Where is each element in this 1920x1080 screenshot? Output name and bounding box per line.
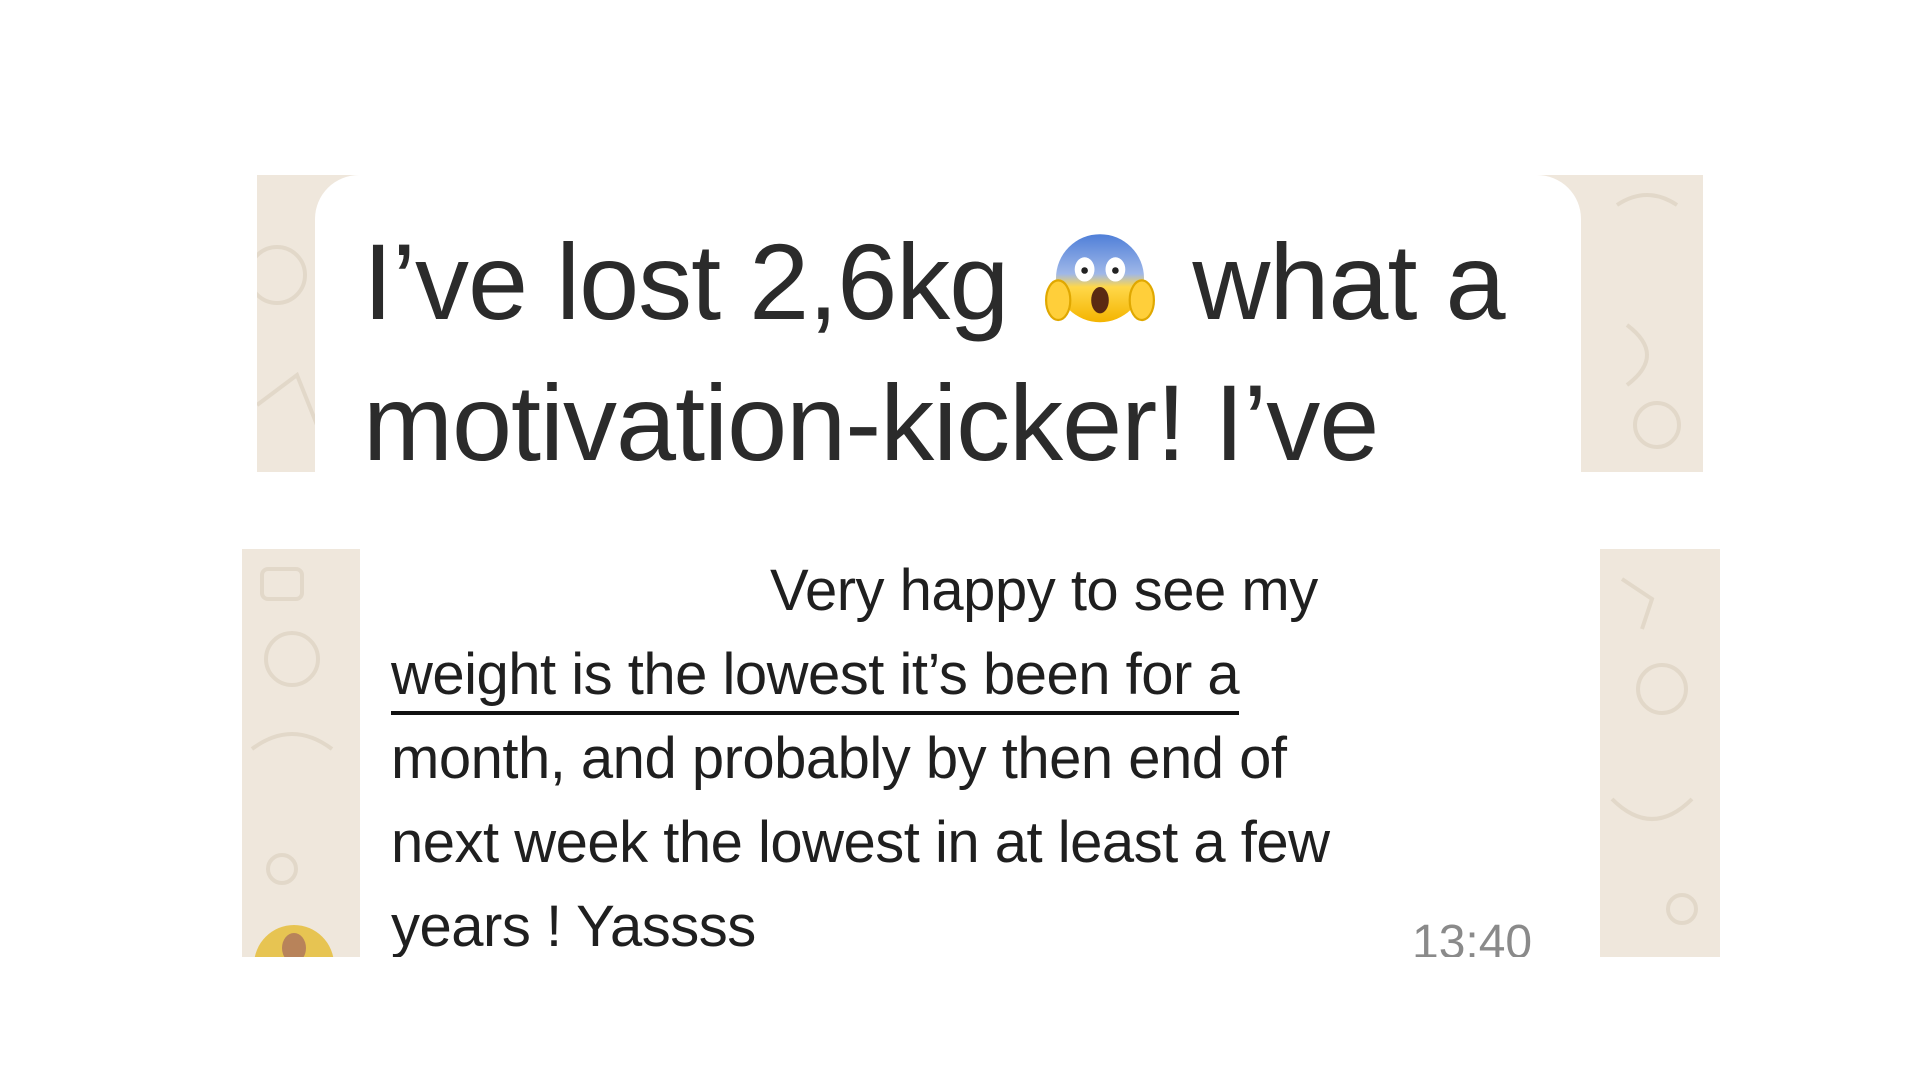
chat-crop-bottom: Very happy to see my weight is the lowes… xyxy=(242,549,1720,957)
screenshot-page: I’ve lost 2,6kg what a motivation-kicker… xyxy=(0,0,1920,1080)
underlined-text: weight is the lowest it’s been for a xyxy=(391,639,1240,715)
message-text-line: Very happy to see my xyxy=(770,558,1318,623)
avatar-face xyxy=(282,933,306,957)
message-text-line: next week the lowest in at least a few xyxy=(391,810,1330,875)
message-text-line: motivation-kicker! I’ve xyxy=(363,362,1379,472)
chat-crop-top: I’ve lost 2,6kg what a motivation-kicker… xyxy=(257,175,1703,472)
message-timestamp: 13:40 xyxy=(1412,916,1533,957)
message-text-line: weight is the lowest it’s been for a xyxy=(391,633,1531,717)
message-text-line: years ! Yassss xyxy=(391,894,756,957)
message-text-line: month, and probably by then end of xyxy=(391,726,1287,791)
message-text-line-end: what a xyxy=(1192,221,1505,342)
screaming-face-emoji-icon xyxy=(1045,234,1156,323)
message-text-line: I’ve lost 2,6kg xyxy=(363,221,1009,342)
message-text: I’ve lost 2,6kg what a motivation-kicker… xyxy=(363,211,1593,472)
message-text: Very happy to see my weight is the lowes… xyxy=(391,549,1531,957)
